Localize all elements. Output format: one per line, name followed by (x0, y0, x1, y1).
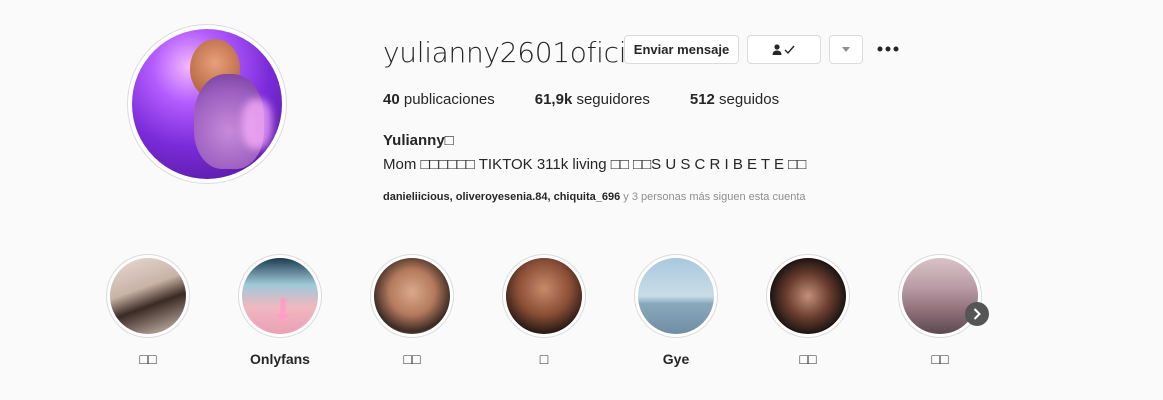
send-message-button[interactable]: Enviar mensaje (624, 35, 739, 64)
followed-by-users[interactable]: danieliicious, oliveroyesenia.84, chiqui… (383, 191, 620, 203)
following-stat[interactable]: 512 seguidos (690, 91, 779, 108)
story-highlight[interactable]: □□ (106, 254, 190, 367)
highlight-label: □□ (931, 351, 949, 367)
next-highlights-button[interactable] (965, 302, 989, 326)
highlight-cover (242, 258, 318, 334)
highlight-cover (506, 258, 582, 334)
highlight-label: □□ (403, 351, 421, 367)
profile-avatar[interactable] (127, 24, 287, 184)
chevron-right-icon (973, 308, 981, 320)
followed-by-suffix: y 3 personas más siguen esta cuenta (620, 191, 806, 203)
profile-full-name: Yulianny□ (383, 132, 454, 149)
following-label: seguidos (714, 91, 780, 108)
highlight-cover (902, 258, 978, 334)
highlight-label: □ (539, 351, 549, 367)
highlight-label: □□ (139, 351, 157, 367)
profile-username: yulianny2601oficial (383, 36, 651, 69)
story-highlight[interactable]: □ (502, 254, 586, 367)
story-highlight[interactable]: Onlyfans (238, 254, 322, 367)
highlight-cover (110, 258, 186, 334)
highlight-label: Gye (662, 351, 690, 367)
followers-label: seguidores (572, 91, 650, 108)
followed-by-text[interactable]: danieliicious, oliveroyesenia.84, chiqui… (383, 191, 806, 203)
story-highlight[interactable]: □□ (766, 254, 850, 367)
story-highlight[interactable]: □□ (370, 254, 454, 367)
highlight-label: Onlyfans (250, 351, 310, 367)
highlight-cover (374, 258, 450, 334)
profile-stats: 40 publicaciones 61,9k seguidores 512 se… (383, 91, 819, 108)
avatar-image (132, 29, 282, 179)
suggested-accounts-dropdown-button[interactable] (829, 35, 863, 64)
highlight-label: □□ (799, 351, 817, 367)
ellipsis-icon[interactable] (876, 38, 900, 60)
posts-stat: 40 publicaciones (383, 91, 495, 108)
following-button[interactable] (747, 35, 821, 64)
person-check-icon (772, 43, 795, 55)
highlight-cover (638, 258, 714, 334)
caret-down-icon (842, 46, 850, 52)
following-count: 512 (689, 91, 715, 108)
posts-count: 40 (383, 91, 400, 108)
posts-label: publicaciones (399, 91, 495, 108)
story-highlight[interactable]: Gye (634, 254, 718, 367)
highlight-cover (770, 258, 846, 334)
profile-bio: Mom □□□□□□ TIKTOK 311k living □□ □□S U S… (383, 156, 807, 173)
followers-count: 61,9k (534, 91, 573, 108)
followers-stat[interactable]: 61,9k seguidores (535, 91, 650, 108)
